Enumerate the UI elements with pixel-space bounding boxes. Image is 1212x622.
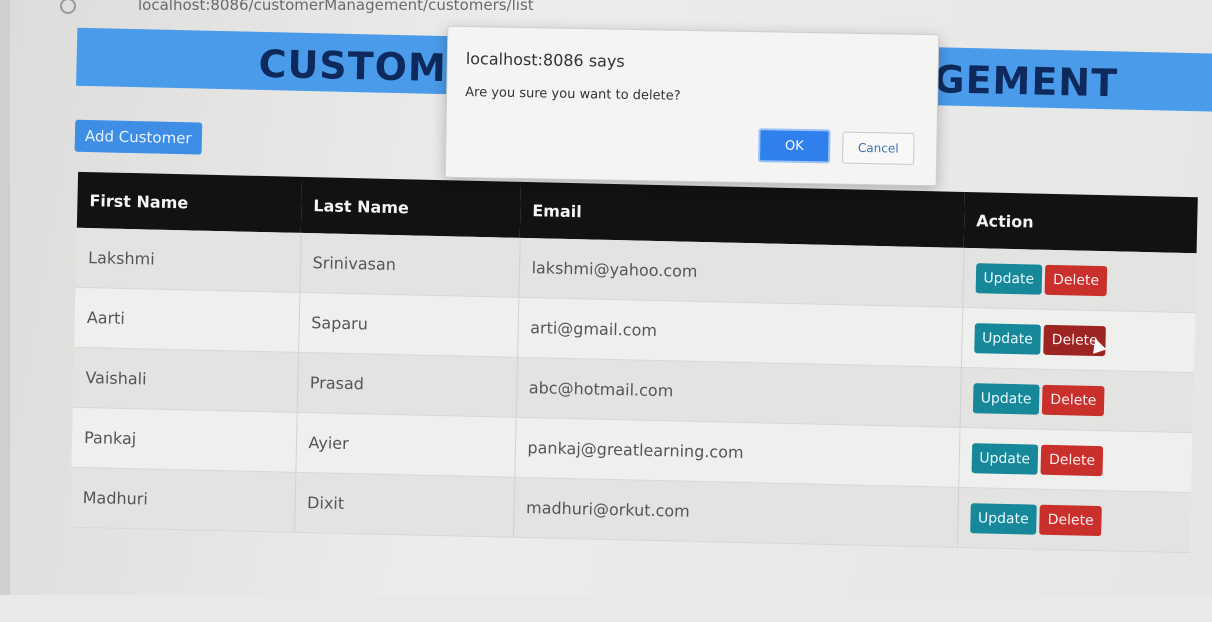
cell-first-name: Lakshmi	[76, 228, 301, 293]
delete-button[interactable]: Delete	[1045, 264, 1108, 295]
update-button[interactable]: Update	[972, 383, 1039, 415]
cell-last-name: Dixit	[294, 472, 514, 537]
header-first-name: First Name	[77, 172, 302, 233]
cell-last-name: Prasad	[297, 352, 517, 417]
cell-action: UpdateDelete	[961, 307, 1195, 372]
dialog-title: localhost:8086 says	[466, 49, 625, 71]
dialog-cancel-button[interactable]: Cancel	[842, 132, 915, 165]
update-button[interactable]: Update	[970, 503, 1037, 535]
delete-button[interactable]: Delete	[1042, 384, 1105, 415]
update-button[interactable]: Update	[971, 443, 1038, 475]
confirm-dialog: localhost:8086 says Are you sure you wan…	[445, 26, 940, 187]
cell-last-name: Ayier	[295, 412, 515, 477]
cell-email: lakshmi@yahoo.com	[518, 238, 963, 308]
cell-first-name: Madhuri	[70, 467, 295, 532]
update-button[interactable]: Update	[975, 263, 1042, 295]
cell-action: UpdateDelete	[962, 248, 1196, 313]
cell-last-name: Srinivasan	[299, 233, 519, 297]
page-title: CUSTOM	[258, 42, 447, 90]
cell-action: UpdateDelete	[958, 427, 1192, 492]
header-action: Action	[964, 192, 1198, 253]
add-customer-button[interactable]: Add Customer	[75, 120, 202, 155]
delete-button[interactable]: Delete	[1039, 504, 1102, 535]
cell-action: UpdateDelete	[960, 367, 1194, 432]
cell-email: abc@hotmail.com	[516, 357, 961, 427]
cell-email: pankaj@greatlearning.com	[514, 417, 959, 487]
cell-email: arti@gmail.com	[517, 297, 962, 367]
customers-table: First Name Last Name Email Action Lakshm…	[70, 172, 1198, 553]
cell-action: UpdateDelete	[957, 487, 1191, 552]
update-button[interactable]: Update	[974, 323, 1041, 355]
cell-first-name: Pankaj	[71, 407, 296, 472]
header-email: Email	[520, 182, 965, 248]
dialog-ok-button[interactable]: OK	[758, 128, 831, 163]
header-last-name: Last Name	[301, 177, 521, 238]
cell-first-name: Aarti	[74, 287, 299, 352]
cell-email: madhuri@orkut.com	[513, 477, 958, 547]
dialog-message: Are you sure you want to delete?	[465, 85, 681, 104]
cell-first-name: Vaishali	[73, 347, 298, 412]
cell-last-name: Saparu	[298, 292, 518, 357]
page-title-right: GEMENT	[933, 57, 1119, 105]
delete-button[interactable]: Delete	[1041, 444, 1104, 475]
